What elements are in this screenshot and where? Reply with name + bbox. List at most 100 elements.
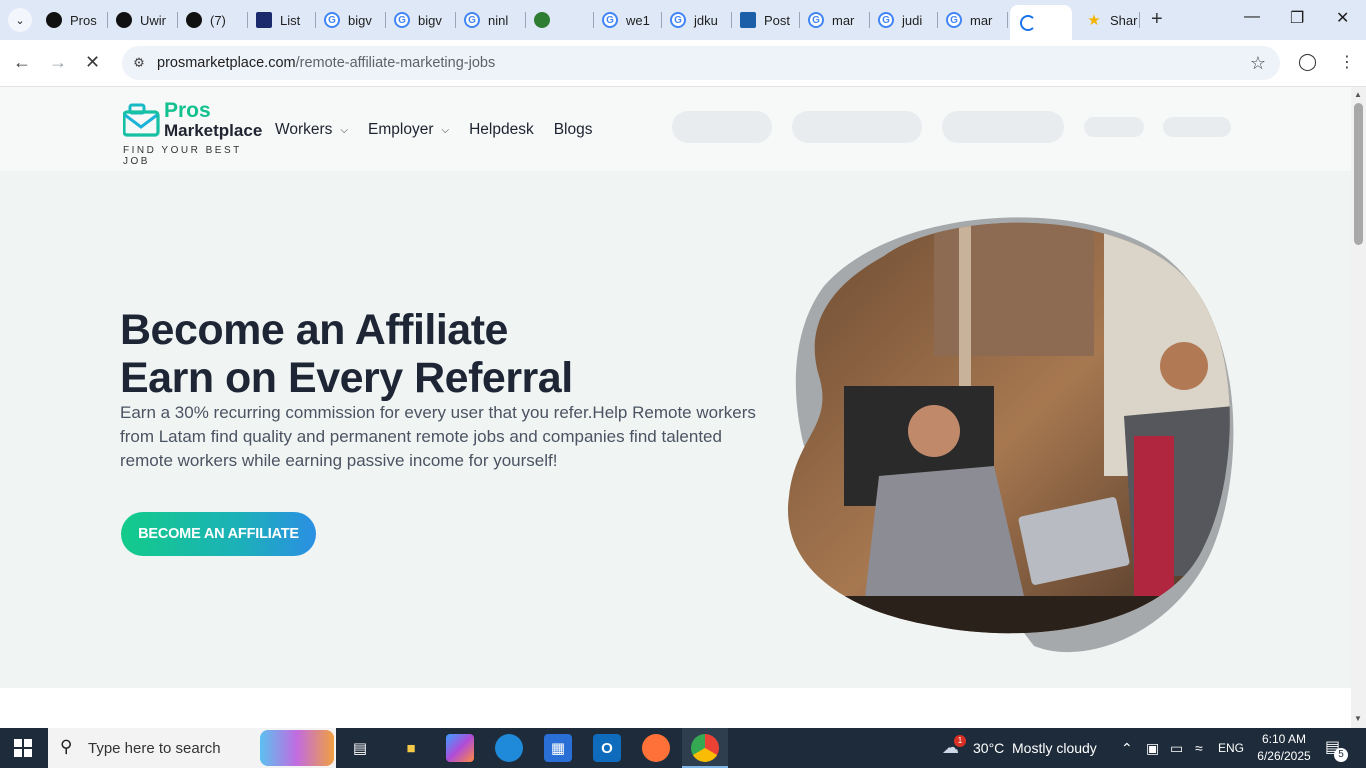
bookmark-star-icon[interactable]: ☆ (1250, 53, 1266, 74)
browser-tab[interactable]: Gjdku (664, 8, 732, 32)
tab-separator (315, 12, 316, 28)
logo-pros-text: Pros (164, 99, 211, 122)
browser-tab[interactable]: Gjudi (872, 8, 938, 32)
browser-tab[interactable]: Gbigv (318, 8, 386, 32)
restore-icon[interactable]: ❐ (1290, 8, 1304, 28)
close-tab-icon[interactable]: ✕ (1070, 14, 1072, 31)
language-indicator[interactable]: ENG (1218, 741, 1244, 755)
tab-separator (385, 12, 386, 28)
browser-tab[interactable]: Gmar (802, 8, 870, 32)
chevron-down-icon: ⌵ (441, 124, 450, 136)
file-explorer-icon[interactable]: ■ (397, 734, 425, 762)
stop-loading-icon[interactable]: ✕ (85, 52, 100, 73)
nav-blogs[interactable]: Blogs (554, 121, 593, 139)
logo-marketplace-text: Marketplace (164, 121, 263, 140)
wifi-icon[interactable]: ≈ (1195, 740, 1203, 756)
tab-search-button[interactable]: ⌄ (8, 8, 32, 32)
url-text[interactable]: prosmarketplace.com/remote-affiliate-mar… (157, 55, 495, 71)
google-icon: G (324, 12, 340, 28)
browser-tab[interactable]: Gmar (940, 8, 1008, 32)
show-hidden-icons[interactable]: ⌃ (1121, 740, 1133, 757)
profile-icon[interactable]: ◯ (1298, 52, 1317, 72)
tab-title: judi (902, 12, 923, 28)
outlook-icon[interactable]: O (593, 734, 621, 762)
tab-separator (177, 12, 178, 28)
windows-taskbar: ⚲ Type here to search ▤ ■ ▦ O ☁ 1 30°C M… (0, 728, 1366, 768)
edge-icon[interactable] (495, 734, 523, 762)
threads-icon (116, 12, 132, 28)
browser-tab[interactable]: Pros (40, 8, 108, 32)
scroll-up-icon[interactable]: ▲ (1354, 90, 1362, 99)
task-view-icon[interactable]: ▤ (346, 734, 374, 762)
tab-separator (1007, 12, 1008, 28)
loading-icon (1020, 14, 1036, 31)
battery-icon[interactable]: ▭ (1170, 740, 1183, 757)
next-section (0, 688, 1351, 728)
tab-separator (731, 12, 732, 28)
taskbar-search[interactable]: ⚲ Type here to search (48, 728, 336, 768)
threads-icon (46, 12, 62, 28)
chevron-down-icon: ⌄ (15, 14, 25, 27)
hero-title: Become an Affiliate Earn on Every Referr… (120, 306, 573, 402)
nav-workers[interactable]: Workers ⌵ (275, 121, 348, 139)
nav-helpdesk[interactable]: Helpdesk (469, 121, 534, 139)
browser-tab[interactable]: ✕ (1010, 5, 1072, 40)
site-logo[interactable]: Pros Marketplace FIND YOUR BEST JOB (121, 99, 271, 167)
tab-title: Shar (1110, 12, 1138, 28)
browser-tab[interactable] (528, 8, 594, 32)
ttp-icon (256, 12, 272, 28)
tab-separator (869, 12, 870, 28)
tab-title: mar (832, 12, 855, 28)
nav-employer-label: Employer (368, 121, 434, 138)
tab-title: bigv (348, 12, 372, 28)
site-info-icon[interactable]: ⚙ (130, 54, 148, 72)
tab-strip: ⌄ Pros Uwir (7) List Gbigv Gbigv Gninl Gwe1 Gjdk… (0, 0, 1366, 40)
minimize-icon[interactable]: — (1244, 8, 1260, 26)
loading-placeholder (1163, 117, 1231, 137)
site-header: Pros Marketplace FIND YOUR BEST JOB Work… (0, 87, 1351, 171)
hero-photo (787, 217, 1234, 653)
google-icon: G (878, 12, 894, 28)
scrollbar-thumb[interactable] (1354, 103, 1363, 245)
copilot-icon[interactable] (446, 734, 474, 762)
loading-placeholder (942, 111, 1064, 143)
google-icon: G (946, 12, 962, 28)
weather-desc[interactable]: Mostly cloudy (1012, 740, 1097, 756)
browser-tab[interactable]: Gbigv (388, 8, 456, 32)
scroll-down-icon[interactable]: ▼ (1354, 714, 1362, 723)
new-tab-button[interactable]: + (1151, 9, 1163, 29)
browser-tab[interactable]: Uwir (110, 8, 178, 32)
page-scrollbar[interactable]: ▲ ▼ (1351, 87, 1366, 728)
chrome-icon[interactable] (691, 734, 719, 762)
browser-tab[interactable]: Post (734, 8, 800, 32)
become-affiliate-button[interactable]: BECOME AN AFFILIATE (121, 512, 316, 556)
tab-title: (7) (210, 12, 226, 28)
weather-temp[interactable]: 30°C (973, 740, 1004, 756)
tab-separator (455, 12, 456, 28)
browser-tab[interactable]: Gwe1 (596, 8, 662, 32)
browser-tab[interactable]: Gninl (458, 8, 526, 32)
firefox-icon[interactable] (642, 734, 670, 762)
browser-tab[interactable]: ★ Shar (1080, 8, 1140, 32)
page-viewport: Pros Marketplace FIND YOUR BEST JOB Work… (0, 87, 1351, 728)
forward-icon[interactable]: → (49, 52, 67, 73)
hero-section: Become an Affiliate Earn on Every Referr… (0, 171, 1351, 688)
browser-tab[interactable]: List (250, 8, 316, 32)
tab-title: ninl (488, 12, 509, 28)
close-window-icon[interactable]: ✕ (1336, 8, 1349, 28)
meet-now-icon[interactable]: ▣ (1146, 740, 1159, 757)
tab-title: Pros (70, 12, 97, 28)
tab-separator (247, 12, 248, 28)
back-icon[interactable]: ← (13, 52, 31, 73)
loading-placeholder (672, 111, 772, 143)
hero-title-line-2: Earn on Every Referral (120, 354, 573, 402)
nav-employer[interactable]: Employer ⌵ (368, 121, 449, 139)
address-bar[interactable]: ⚙ prosmarketplace.com/remote-affiliate-m… (122, 46, 1280, 80)
windows-start-button[interactable] (14, 739, 32, 757)
menu-icon[interactable]: ⋮ (1339, 52, 1355, 72)
taskbar-clock[interactable]: 6:10 AM 6/26/2025 (1252, 731, 1316, 765)
microsoft-store-icon[interactable]: ▦ (544, 734, 572, 762)
tab-separator (593, 12, 594, 28)
taskbar-search-placeholder: Type here to search (88, 740, 221, 757)
browser-tab[interactable]: (7) (180, 8, 248, 32)
